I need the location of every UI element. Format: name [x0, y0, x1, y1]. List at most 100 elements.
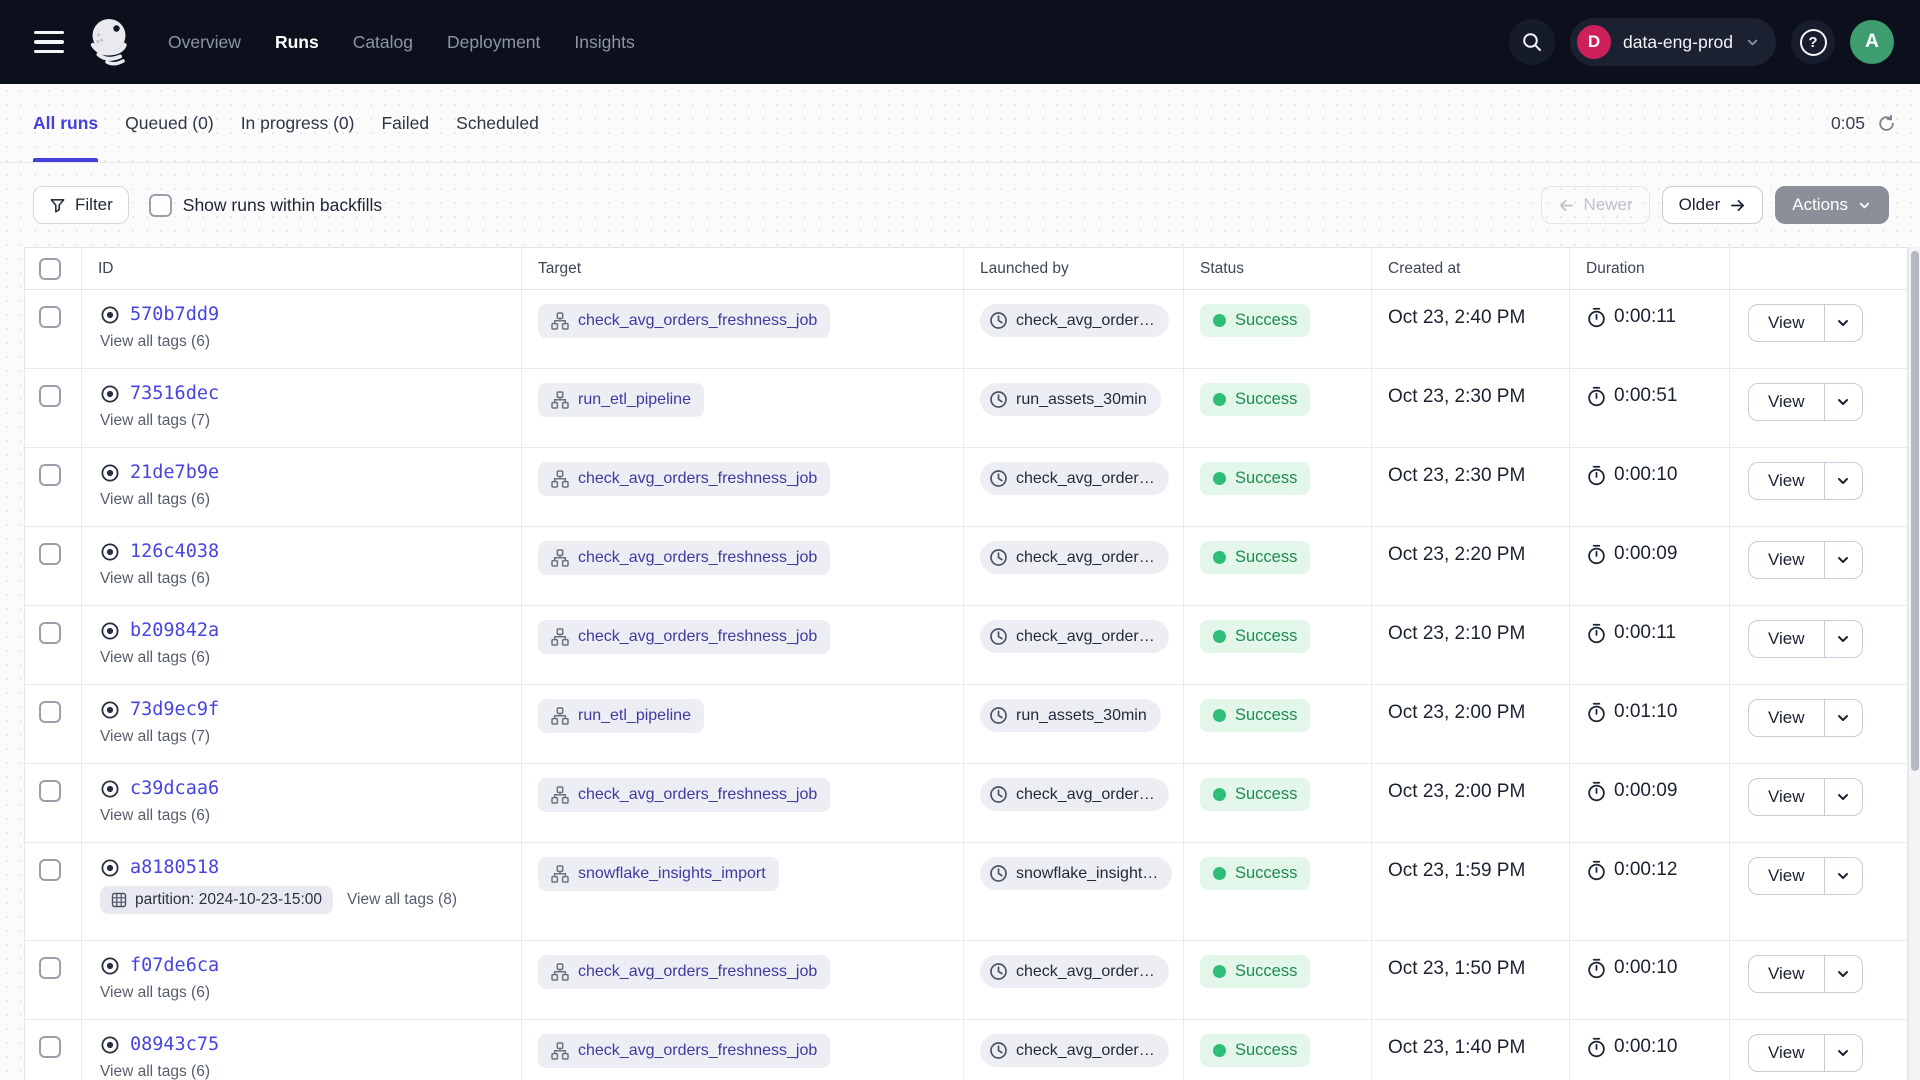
view-button[interactable]: View [1749, 858, 1824, 894]
run-id-link[interactable]: a8180518 [130, 857, 219, 878]
view-dropdown-button[interactable] [1824, 463, 1862, 499]
run-id-link[interactable]: 08943c75 [130, 1034, 219, 1055]
view-all-tags-link[interactable]: View all tags (7) [100, 412, 210, 430]
run-id-link[interactable]: f07de6ca [130, 955, 219, 976]
status-dot [1213, 709, 1226, 722]
deployment-switcher[interactable]: D data-eng-prod [1570, 18, 1776, 66]
target-pill[interactable]: check_avg_orders_freshness_job [538, 541, 830, 575]
run-id-link[interactable]: 570b7dd9 [130, 304, 219, 325]
view-dropdown-button[interactable] [1824, 1035, 1862, 1071]
nav-link-insights[interactable]: Insights [574, 32, 634, 53]
view-dropdown-button[interactable] [1824, 542, 1862, 578]
view-button[interactable]: View [1749, 1035, 1824, 1071]
refresh-icon[interactable] [1877, 114, 1896, 133]
view-button[interactable]: View [1749, 621, 1824, 657]
launched-by-pill[interactable]: check_avg_order… [980, 620, 1169, 653]
tab-in-progress[interactable]: In progress (0) [241, 84, 355, 162]
launched-by-pill[interactable]: check_avg_order… [980, 1034, 1169, 1067]
view-dropdown-button[interactable] [1824, 779, 1862, 815]
run-id-link[interactable]: 21de7b9e [130, 462, 219, 483]
target-pill[interactable]: check_avg_orders_freshness_job [538, 955, 830, 989]
run-id-link[interactable]: 126c4038 [130, 541, 219, 562]
view-dropdown-button[interactable] [1824, 700, 1862, 736]
stopwatch-icon [1586, 386, 1607, 407]
view-button[interactable]: View [1749, 305, 1824, 341]
row-checkbox[interactable] [39, 780, 61, 802]
target-pill[interactable]: check_avg_orders_freshness_job [538, 1034, 830, 1068]
launched-by-pill[interactable]: run_assets_30min [980, 699, 1161, 732]
older-button[interactable]: Older [1662, 186, 1764, 224]
tab-failed[interactable]: Failed [381, 84, 429, 162]
search-button[interactable] [1509, 19, 1555, 65]
view-button[interactable]: View [1749, 384, 1824, 420]
view-all-tags-link[interactable]: View all tags (6) [100, 1063, 210, 1080]
help-button[interactable]: ? [1791, 20, 1835, 64]
view-all-tags-link[interactable]: View all tags (6) [100, 984, 210, 1002]
target-pill[interactable]: run_etl_pipeline [538, 383, 704, 417]
user-avatar[interactable]: A [1850, 20, 1894, 64]
launched-by-pill[interactable]: check_avg_order… [980, 778, 1169, 811]
row-checkbox[interactable] [39, 385, 61, 407]
launched-by-pill[interactable]: check_avg_order… [980, 304, 1169, 337]
scrollbar-thumb[interactable] [1911, 251, 1919, 771]
select-all-checkbox[interactable] [39, 258, 61, 280]
view-button[interactable]: View [1749, 463, 1824, 499]
row-checkbox[interactable] [39, 701, 61, 723]
newer-button[interactable]: Newer [1541, 186, 1650, 224]
tab-all-runs[interactable]: All runs [33, 84, 98, 162]
view-dropdown-button[interactable] [1824, 384, 1862, 420]
target-pill[interactable]: check_avg_orders_freshness_job [538, 462, 830, 496]
table-scrollbar[interactable] [1908, 247, 1920, 1080]
tab-scheduled[interactable]: Scheduled [456, 84, 539, 162]
actions-button[interactable]: Actions [1775, 186, 1889, 224]
row-checkbox[interactable] [39, 306, 61, 328]
clock-icon [989, 785, 1008, 804]
view-all-tags-link[interactable]: View all tags (6) [100, 570, 210, 588]
run-id-link[interactable]: 73516dec [130, 383, 219, 404]
tab-queued[interactable]: Queued (0) [125, 84, 214, 162]
row-checkbox[interactable] [39, 1036, 61, 1058]
hamburger-menu-icon[interactable] [34, 31, 64, 53]
view-all-tags-link[interactable]: View all tags (6) [100, 491, 210, 509]
show-backfills-checkbox[interactable] [149, 194, 172, 217]
view-button[interactable]: View [1749, 700, 1824, 736]
view-dropdown-button[interactable] [1824, 621, 1862, 657]
runs-tabs-row: All runs Queued (0) In progress (0) Fail… [0, 84, 1920, 163]
run-id-link[interactable]: b209842a [130, 620, 219, 641]
nav-link-catalog[interactable]: Catalog [353, 32, 413, 53]
duration: 0:00:09 [1586, 778, 1719, 802]
target-pill[interactable]: run_etl_pipeline [538, 699, 704, 733]
row-checkbox[interactable] [39, 859, 61, 881]
view-all-tags-link[interactable]: View all tags (6) [100, 807, 210, 825]
launched-by-pill[interactable]: snowflake_insight… [980, 857, 1172, 890]
filter-button[interactable]: Filter [33, 186, 129, 224]
view-button[interactable]: View [1749, 542, 1824, 578]
target-pill[interactable]: check_avg_orders_freshness_job [538, 778, 830, 812]
view-button[interactable]: View [1749, 779, 1824, 815]
view-all-tags-link[interactable]: View all tags (7) [100, 728, 210, 746]
view-all-tags-link[interactable]: View all tags (6) [100, 333, 210, 351]
run-id-link[interactable]: c39dcaa6 [130, 778, 219, 799]
row-checkbox[interactable] [39, 464, 61, 486]
row-checkbox[interactable] [39, 957, 61, 979]
target-pill[interactable]: check_avg_orders_freshness_job [538, 620, 830, 654]
launched-by-pill[interactable]: check_avg_order… [980, 955, 1169, 988]
launched-by-pill[interactable]: check_avg_order… [980, 462, 1169, 495]
view-all-tags-link[interactable]: View all tags (6) [100, 649, 210, 667]
partition-tag[interactable]: partition: 2024-10-23-15:00 [100, 886, 333, 914]
view-dropdown-button[interactable] [1824, 858, 1862, 894]
view-dropdown-button[interactable] [1824, 305, 1862, 341]
view-all-tags-link[interactable]: View all tags (8) [347, 891, 457, 909]
row-checkbox[interactable] [39, 622, 61, 644]
nav-link-deployment[interactable]: Deployment [447, 32, 540, 53]
nav-link-overview[interactable]: Overview [168, 32, 241, 53]
run-id-link[interactable]: 73d9ec9f [130, 699, 219, 720]
view-dropdown-button[interactable] [1824, 956, 1862, 992]
target-pill[interactable]: check_avg_orders_freshness_job [538, 304, 830, 338]
nav-link-runs[interactable]: Runs [275, 32, 319, 53]
launched-by-pill[interactable]: run_assets_30min [980, 383, 1161, 416]
view-button[interactable]: View [1749, 956, 1824, 992]
row-checkbox[interactable] [39, 543, 61, 565]
target-pill[interactable]: snowflake_insights_import [538, 857, 779, 891]
launched-by-pill[interactable]: check_avg_order… [980, 541, 1169, 574]
